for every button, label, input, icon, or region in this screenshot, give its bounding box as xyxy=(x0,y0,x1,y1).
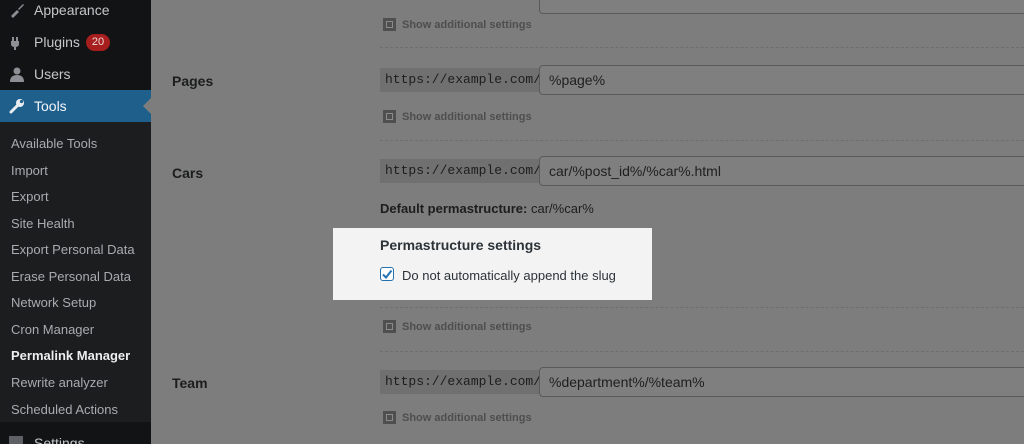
menu-item-users[interactable]: Users xyxy=(0,58,151,90)
menu-item-label: Tools xyxy=(34,98,67,114)
row-label-cars: Cars xyxy=(172,165,204,181)
submenu-network-setup[interactable]: Network Setup xyxy=(11,295,96,310)
wrench-icon xyxy=(7,96,27,116)
plug-icon xyxy=(7,32,27,52)
submenu-erase-personal-data[interactable]: Erase Personal Data xyxy=(11,269,131,284)
submenu-permalink-manager[interactable]: Permalink Manager xyxy=(11,348,130,363)
team-permastructure-input[interactable]: %department%/%team% xyxy=(539,367,1024,397)
settings-icon xyxy=(9,436,23,444)
show-additional-settings-toggle[interactable]: Show additional settings xyxy=(383,411,532,424)
previous-row-field[interactable] xyxy=(539,0,1024,14)
append-slug-checkbox[interactable] xyxy=(380,267,394,281)
submenu-site-health[interactable]: Site Health xyxy=(11,216,75,231)
menu-item-settings[interactable]: Settings xyxy=(0,428,151,444)
show-additional-settings-toggle[interactable]: Show additional settings xyxy=(383,320,532,333)
permastructure-settings-title: Permastructure settings xyxy=(380,237,542,253)
submenu-rewrite-analyzer[interactable]: Rewrite analyzer xyxy=(11,375,108,390)
default-permastructure-value: car/%car% xyxy=(531,201,594,216)
base-url-prefix: https://example.com/ xyxy=(380,370,547,394)
submenu-export[interactable]: Export xyxy=(11,189,49,204)
row-separator xyxy=(380,351,1024,352)
expand-settings-icon xyxy=(383,320,396,333)
menu-item-label: Plugins xyxy=(34,34,80,50)
row-separator xyxy=(380,307,1024,308)
row-separator xyxy=(380,47,1024,48)
expand-settings-icon xyxy=(383,110,396,123)
user-icon xyxy=(7,64,27,84)
base-url-prefix: https://example.com/ xyxy=(380,159,547,183)
cars-permastructure-input[interactable]: car/%post_id%/%car%.html xyxy=(539,156,1024,186)
permastructure-settings-panel: Permastructure settings Do not automatic… xyxy=(333,228,652,300)
show-additional-settings-toggle[interactable]: Show additional settings xyxy=(383,18,532,31)
expand-settings-icon xyxy=(383,18,396,31)
submenu-scheduled-actions[interactable]: Scheduled Actions xyxy=(11,402,118,417)
base-url-prefix: https://example.com/ xyxy=(380,68,547,92)
menu-item-label: Settings xyxy=(34,435,85,444)
update-count-badge: 20 xyxy=(85,33,111,51)
submenu-cron-manager[interactable]: Cron Manager xyxy=(11,322,94,337)
row-separator xyxy=(380,140,1024,141)
menu-item-appearance[interactable]: Appearance xyxy=(0,0,151,26)
show-additional-settings-toggle[interactable]: Show additional settings xyxy=(383,110,532,123)
toggle-label: Show additional settings xyxy=(402,110,532,123)
default-permastructure: Default permastructure: car/%car% xyxy=(380,201,594,216)
menu-item-tools[interactable]: Tools xyxy=(0,90,151,122)
row-label-pages: Pages xyxy=(172,73,214,89)
checkmark-icon xyxy=(382,269,393,280)
append-slug-checkbox-label[interactable]: Do not automatically append the slug xyxy=(402,268,616,283)
tools-submenu: Available Tools Import Export Site Healt… xyxy=(0,122,151,422)
admin-sidebar: Appearance Plugins 20 Users Tools Availa… xyxy=(0,0,151,444)
toggle-label: Show additional settings xyxy=(402,320,532,333)
expand-settings-icon xyxy=(383,411,396,424)
submenu-import[interactable]: Import xyxy=(11,163,48,178)
toggle-label: Show additional settings xyxy=(402,411,532,424)
toggle-label: Show additional settings xyxy=(402,18,532,31)
pages-permastructure-input[interactable]: %page% xyxy=(539,65,1024,95)
default-permastructure-label: Default permastructure: xyxy=(380,201,528,216)
menu-item-label: Users xyxy=(34,66,71,82)
active-menu-arrow xyxy=(143,98,151,114)
menu-item-plugins[interactable]: Plugins 20 xyxy=(0,26,151,58)
row-label-team: Team xyxy=(172,375,208,391)
menu-item-label: Appearance xyxy=(34,2,110,18)
paintbrush-icon xyxy=(7,0,27,20)
submenu-available-tools[interactable]: Available Tools xyxy=(11,136,97,151)
submenu-export-personal-data[interactable]: Export Personal Data xyxy=(11,242,135,257)
